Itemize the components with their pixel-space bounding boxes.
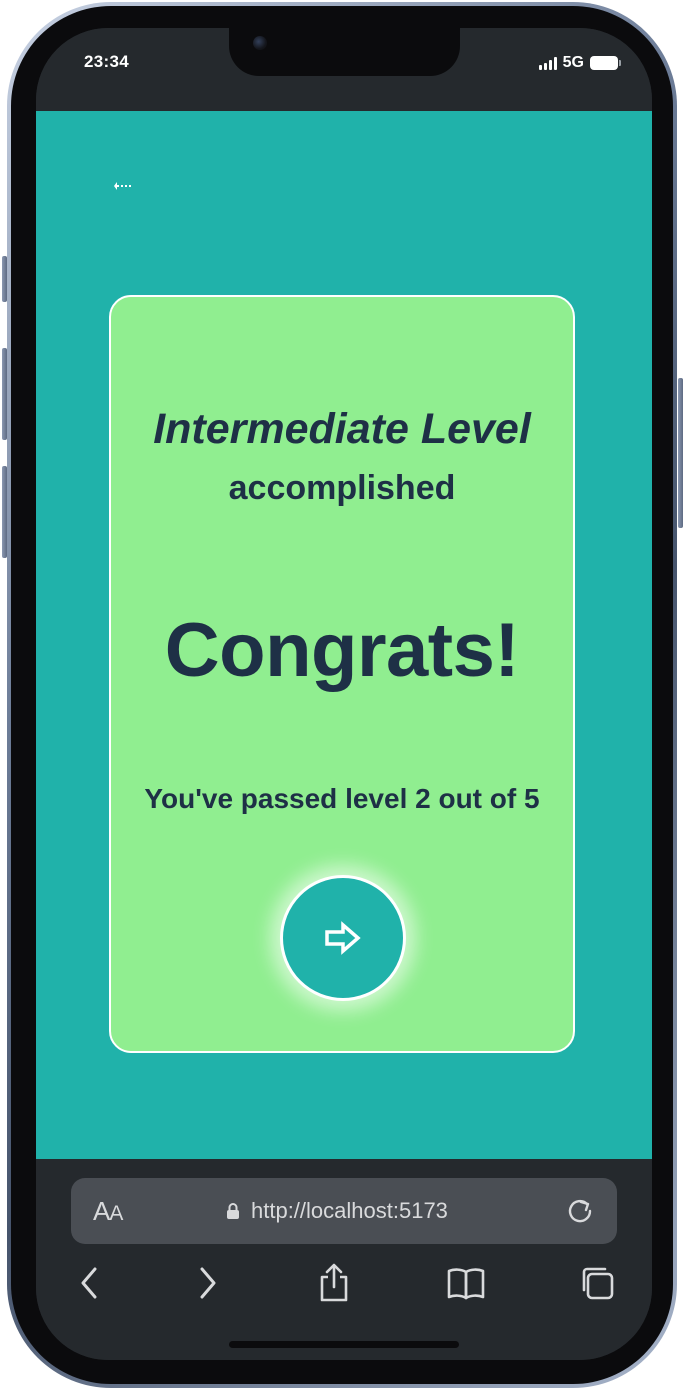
back-chevron-icon[interactable] <box>67 1261 111 1305</box>
text-size-big-a: A <box>93 1196 110 1226</box>
share-icon[interactable] <box>312 1261 356 1305</box>
tabs-svg <box>582 1267 614 1300</box>
status-bar: 23:34 5G <box>36 28 652 111</box>
power-button <box>678 378 683 528</box>
status-indicators: 5G <box>538 54 621 72</box>
app-screen: Intermediate Level accomplished Congrats… <box>36 111 652 1159</box>
lock-icon <box>227 1203 239 1219</box>
text-size-small-a: A <box>109 1202 123 1225</box>
back-arrow-dotted-icon[interactable] <box>112 179 136 193</box>
level-title: Intermediate Level <box>153 405 531 453</box>
text-size-button[interactable]: AA <box>93 1196 123 1227</box>
level-complete-card: Intermediate Level accomplished Congrats… <box>109 295 575 1053</box>
network-type-label: 5G <box>562 54 584 71</box>
home-indicator[interactable] <box>229 1341 459 1348</box>
volume-down-button <box>2 466 7 558</box>
arrow-right-outline-icon <box>325 921 361 955</box>
congrats-headline: Congrats! <box>164 608 520 693</box>
next-level-button[interactable] <box>280 875 406 1001</box>
share-svg <box>320 1263 348 1302</box>
battery-icon <box>590 56 621 70</box>
url-text: http://localhost:5173 <box>251 1198 448 1223</box>
bookmarks-icon[interactable] <box>444 1261 488 1305</box>
address-bar[interactable]: AA http://localhost:5173 <box>71 1178 617 1244</box>
status-time: 23:34 <box>84 52 129 71</box>
browser-nav-row <box>36 1261 652 1311</box>
back-chevron-svg <box>81 1267 97 1299</box>
camera-icon <box>253 36 267 50</box>
level-subtitle: accomplished <box>228 469 456 507</box>
bookmarks-svg <box>447 1268 485 1300</box>
signal-strength-icon <box>538 56 557 70</box>
reload-icon[interactable] <box>565 1196 595 1226</box>
level-progress-text: You've passed level 2 out of 5 <box>144 783 540 814</box>
mute-switch <box>2 256 7 302</box>
forward-chevron-icon[interactable] <box>186 1261 230 1305</box>
notch <box>229 28 460 76</box>
back-arrow-svg <box>114 182 131 190</box>
device-screen: 23:34 5G Intermediate Level accomplished… <box>36 28 652 1360</box>
volume-up-button <box>2 348 7 440</box>
tabs-icon[interactable] <box>575 1261 619 1305</box>
forward-chevron-svg <box>200 1267 216 1299</box>
browser-toolbar: AA http://localhost:5173 <box>36 1159 652 1360</box>
